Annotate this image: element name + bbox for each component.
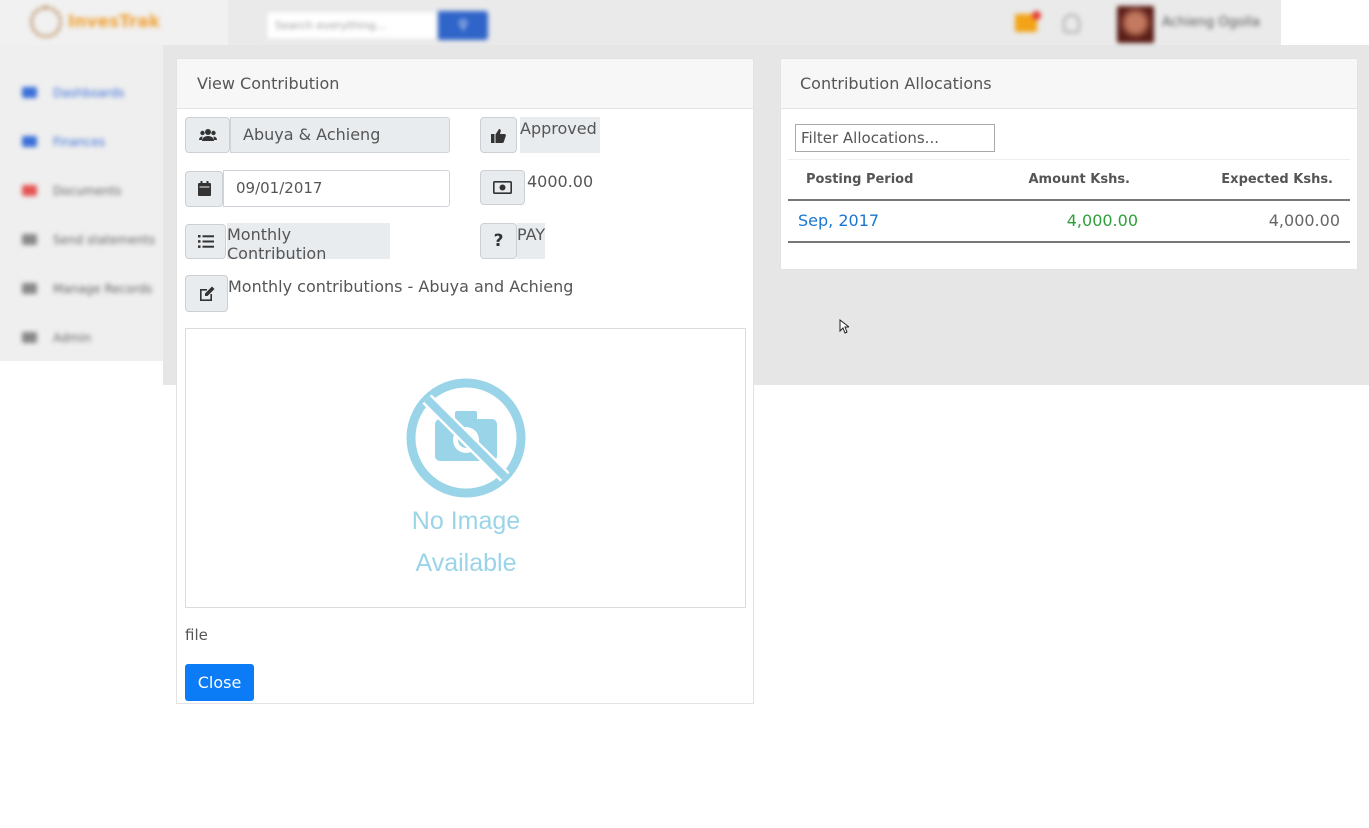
cloud-icon [22,87,37,98]
member-field: Abuya & Achieng [230,117,450,153]
allocations-title: Contribution Allocations [781,59,1357,109]
date-field: 09/01/2017 [223,170,450,207]
mouse-cursor-icon [839,319,849,334]
table-row: Sep, 2017 4,000.00 4,000.00 [788,199,1350,243]
status-value: Approved [520,117,600,153]
no-image-placeholder: No Image Available [396,377,536,584]
money-icon [480,170,525,205]
column-header-amount[interactable]: Amount Kshs. [978,159,1148,201]
contribution-image: No Image Available [185,328,746,608]
posting-period-link[interactable]: Sep, 2017 [788,199,978,243]
sidebar-item-label: Manage Records [53,281,153,296]
navbar-edge [1281,0,1369,45]
logo-text: InvesTrak [68,12,161,32]
sidebar-item-dashboards[interactable]: Dashboards [22,68,155,117]
list-icon [185,223,226,259]
sidebar-item-label: Send statements [53,232,156,247]
app-logo[interactable]: InvesTrak [30,6,160,38]
sidebar-item-finances[interactable]: Finances [22,117,155,166]
member-group: Abuya & Achieng [185,117,450,153]
no-image-line1: No Image [411,507,521,535]
column-header-posting-period[interactable]: Posting Period [788,159,978,201]
sidebar-nav: Dashboards Finances Documents Send state… [22,68,155,362]
no-image-line2: Available [415,549,517,577]
sidebar-item-admin[interactable]: Admin [22,313,155,362]
close-button[interactable]: Close [185,664,254,701]
search-icon: ⚲ [458,18,468,33]
panel-title: View Contribution [177,59,753,109]
wallet-icon [22,136,37,147]
folder-icon [22,283,37,294]
amount-value: 4000.00 [527,172,594,191]
allocations-panel: Contribution Allocations Posting Period … [780,58,1358,270]
edit-icon [185,275,228,312]
amount-cell: 4,000.00 [978,199,1148,243]
type-group: Monthly Contribution [185,223,390,263]
description-group: Monthly contributions - Abuya and Achien… [185,275,573,312]
sidebar-item-send-statements[interactable]: Send statements [22,215,155,264]
sidebar-item-label: Finances [53,134,106,149]
status-group: Approved [480,117,600,153]
method-value: PAY [517,223,545,259]
avatar[interactable] [1117,6,1154,43]
sidebar-item-manage-records[interactable]: Manage Records [22,264,155,313]
logo-mark-icon [30,6,62,38]
notification-dot [1032,11,1041,20]
filter-allocations-input[interactable] [795,124,995,152]
expected-cell: 4,000.00 [1148,199,1350,243]
sidebar-item-label: Admin [53,330,92,345]
search-input[interactable]: Search everything... [266,11,438,40]
date-group: 09/01/2017 [185,170,450,207]
view-contribution-panel: View Contribution Abuya & Achieng Approv… [176,58,754,704]
users-icon [185,117,230,153]
bell-icon[interactable] [1063,14,1080,33]
description-value: Monthly contributions - Abuya and Achien… [228,277,574,296]
sidebar-item-label: Dashboards [53,85,125,100]
search-button[interactable]: ⚲ [438,11,488,40]
column-header-expected[interactable]: Expected Kshs. [1148,159,1350,201]
type-value: Monthly Contribution [227,223,390,263]
calendar-icon [185,170,223,207]
document-icon [22,185,37,196]
no-camera-icon [406,378,526,498]
admin-icon [22,332,37,343]
user-name[interactable]: Achieng Ogolla [1162,15,1260,30]
table-header-row: Posting Period Amount Kshs. Expected Ksh… [788,159,1350,201]
sidebar-item-documents[interactable]: Documents [22,166,155,215]
thumbs-up-icon [480,117,517,153]
question-icon: ? [480,223,517,259]
amount-group: 4000.00 [480,170,593,205]
method-group: ? PAY [480,223,545,259]
allocations-table: Posting Period Amount Kshs. Expected Ksh… [788,159,1350,243]
send-icon [22,234,37,245]
file-label: file [185,626,208,644]
sidebar-item-label: Documents [53,183,122,198]
